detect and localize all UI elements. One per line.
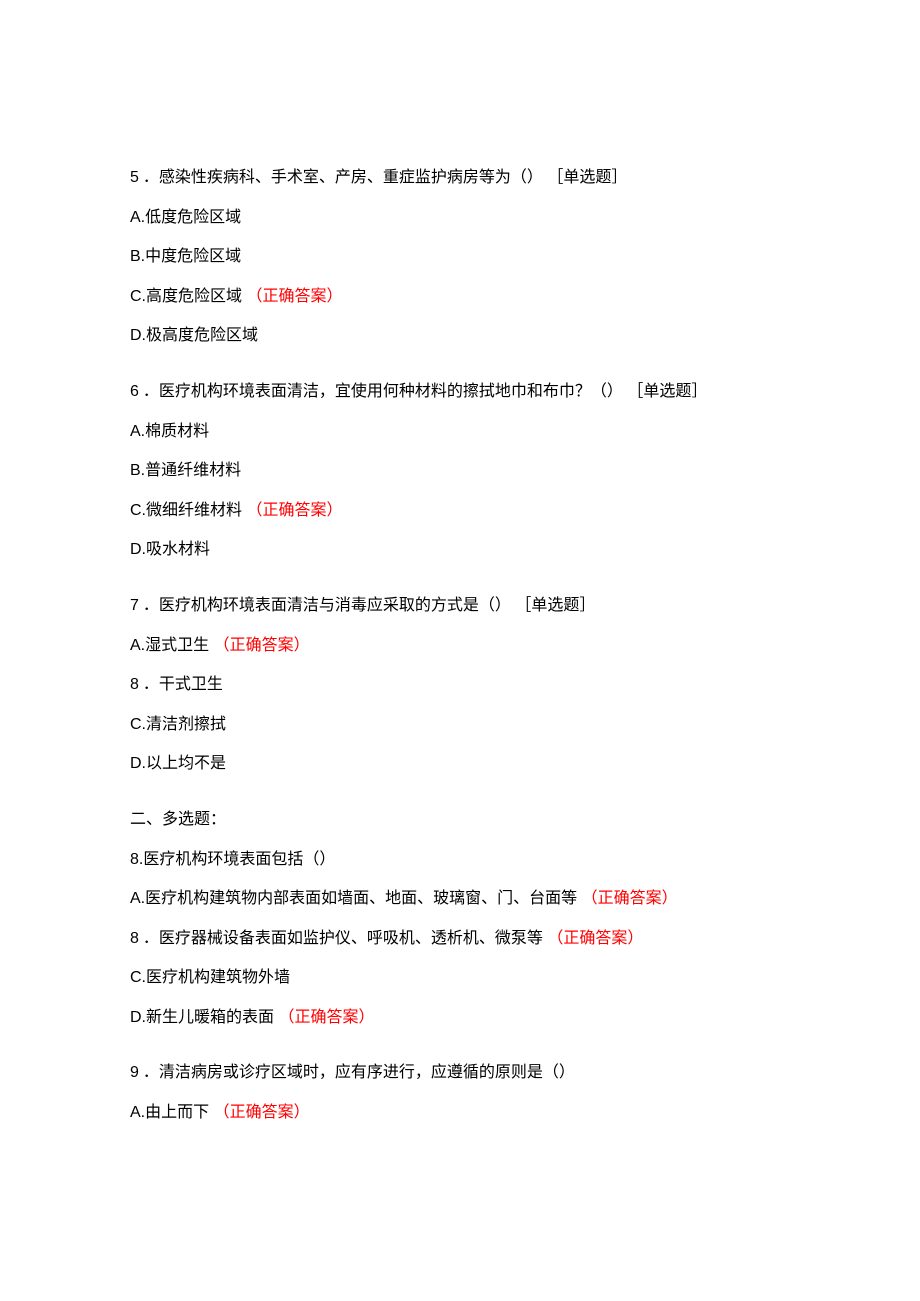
correct-answer-label: （正确答案） <box>246 288 342 305</box>
correct-answer-label: （正确答案） <box>246 502 342 519</box>
q7-optb-number: 8 <box>130 672 139 698</box>
q8-option-d: D.新生儿暖箱的表面 （正确答案） <box>130 1005 790 1031</box>
q5-body: ．感染性疾病科、手术室、产房、重症监护病房等为（） ［单选题］ <box>143 165 627 191</box>
q8-option-b: 8 ．医疗器械设备表面如监护仪、呼吸机、透析机、微泵等 （正确答案） <box>130 926 790 952</box>
q6-body: ．医疗机构环境表面清洁，宜使用何种材料的擦拭地巾和布巾？（） ［单选题］ <box>143 379 707 405</box>
correct-answer-label: （正确答案） <box>214 637 310 654</box>
page-content: 5 ．感染性疾病科、手术室、产房、重症监护病房等为（） ［单选题］ A.低度危险… <box>0 0 920 1301</box>
q7-option-b: 8 ．干式卫生 <box>130 672 790 698</box>
question-9: 9 ．清洁病房或诊疗区域时，应有序进行，应遵循的原则是（） A.由上而下 （正确… <box>130 1060 790 1125</box>
correct-answer-label: （正确答案） <box>214 1104 310 1121</box>
q9-body: ．清洁病房或诊疗区域时，应有序进行，应遵循的原则是（） <box>143 1060 575 1086</box>
q5-option-a: A.低度危险区域 <box>130 205 790 231</box>
q5-option-b: B.中度危险区域 <box>130 244 790 270</box>
q8-optb-text: ．医疗器械设备表面如监护仪、呼吸机、透析机、微泵等 （正确答案） <box>143 926 643 952</box>
q5-option-c: C.高度危险区域 （正确答案） <box>130 284 790 310</box>
q7-number: 7 <box>130 593 139 619</box>
q8-optb-number: 8 <box>130 926 139 952</box>
q8-option-d-text: D.新生儿暖箱的表面 <box>130 1009 274 1026</box>
question-5-text: 5 ．感染性疾病科、手术室、产房、重症监护病房等为（） ［单选题］ <box>130 165 790 191</box>
q8-option-c: C.医疗机构建筑物外墙 <box>130 965 790 991</box>
q6-number: 6 <box>130 379 139 405</box>
q9-option-a: A.由上而下 （正确答案） <box>130 1100 790 1126</box>
question-6: 6 ．医疗机构环境表面清洁，宜使用何种材料的擦拭地巾和布巾？（） ［单选题］ A… <box>130 379 790 563</box>
q8-option-a-text: A.医疗机构建筑物内部表面如墙面、地面、玻璃窗、门、台面等 <box>130 890 577 907</box>
q8-option-a: A.医疗机构建筑物内部表面如墙面、地面、玻璃窗、门、台面等 （正确答案） <box>130 886 790 912</box>
q5-option-d: D.极高度危险区域 <box>130 323 790 349</box>
q6-option-b: B.普通纤维材料 <box>130 458 790 484</box>
q9-number: 9 <box>130 1060 139 1086</box>
q7-option-a-text: A.湿式卫生 <box>130 637 209 654</box>
q7-body: ．医疗机构环境表面清洁与消毒应采取的方式是（） ［单选题］ <box>143 593 595 619</box>
correct-answer-label: （正确答案） <box>547 930 643 947</box>
q6-option-d: D.吸水材料 <box>130 537 790 563</box>
q5-option-c-text: C.高度危险区域 <box>130 288 242 305</box>
question-8-text: 8.医疗机构环境表面包括（） <box>130 847 790 873</box>
question-7: 7 ．医疗机构环境表面清洁与消毒应采取的方式是（） ［单选题］ A.湿式卫生 （… <box>130 593 790 777</box>
q7-optb-text: ．干式卫生 <box>143 672 223 698</box>
question-8: 8.医疗机构环境表面包括（） A.医疗机构建筑物内部表面如墙面、地面、玻璃窗、门… <box>130 847 790 1031</box>
q8-optb-body: ．医疗器械设备表面如监护仪、呼吸机、透析机、微泵等 <box>143 930 543 947</box>
section-2-header: 二、多选题： <box>130 807 790 833</box>
q5-number: 5 <box>130 165 139 191</box>
q6-option-c: C.微细纤维材料 （正确答案） <box>130 498 790 524</box>
question-5: 5 ．感染性疾病科、手术室、产房、重症监护病房等为（） ［单选题］ A.低度危险… <box>130 165 790 349</box>
q7-option-d: D.以上均不是 <box>130 751 790 777</box>
question-7-text: 7 ．医疗机构环境表面清洁与消毒应采取的方式是（） ［单选题］ <box>130 593 790 619</box>
q6-option-c-text: C.微细纤维材料 <box>130 502 242 519</box>
correct-answer-label: （正确答案） <box>278 1009 374 1026</box>
q7-option-a: A.湿式卫生 （正确答案） <box>130 633 790 659</box>
q9-option-a-text: A.由上而下 <box>130 1104 209 1121</box>
q6-option-a: A.棉质材料 <box>130 419 790 445</box>
question-9-text: 9 ．清洁病房或诊疗区域时，应有序进行，应遵循的原则是（） <box>130 1060 790 1086</box>
correct-answer-label: （正确答案） <box>582 890 678 907</box>
question-6-text: 6 ．医疗机构环境表面清洁，宜使用何种材料的擦拭地巾和布巾？（） ［单选题］ <box>130 379 790 405</box>
q7-option-c: C.清洁剂擦拭 <box>130 712 790 738</box>
